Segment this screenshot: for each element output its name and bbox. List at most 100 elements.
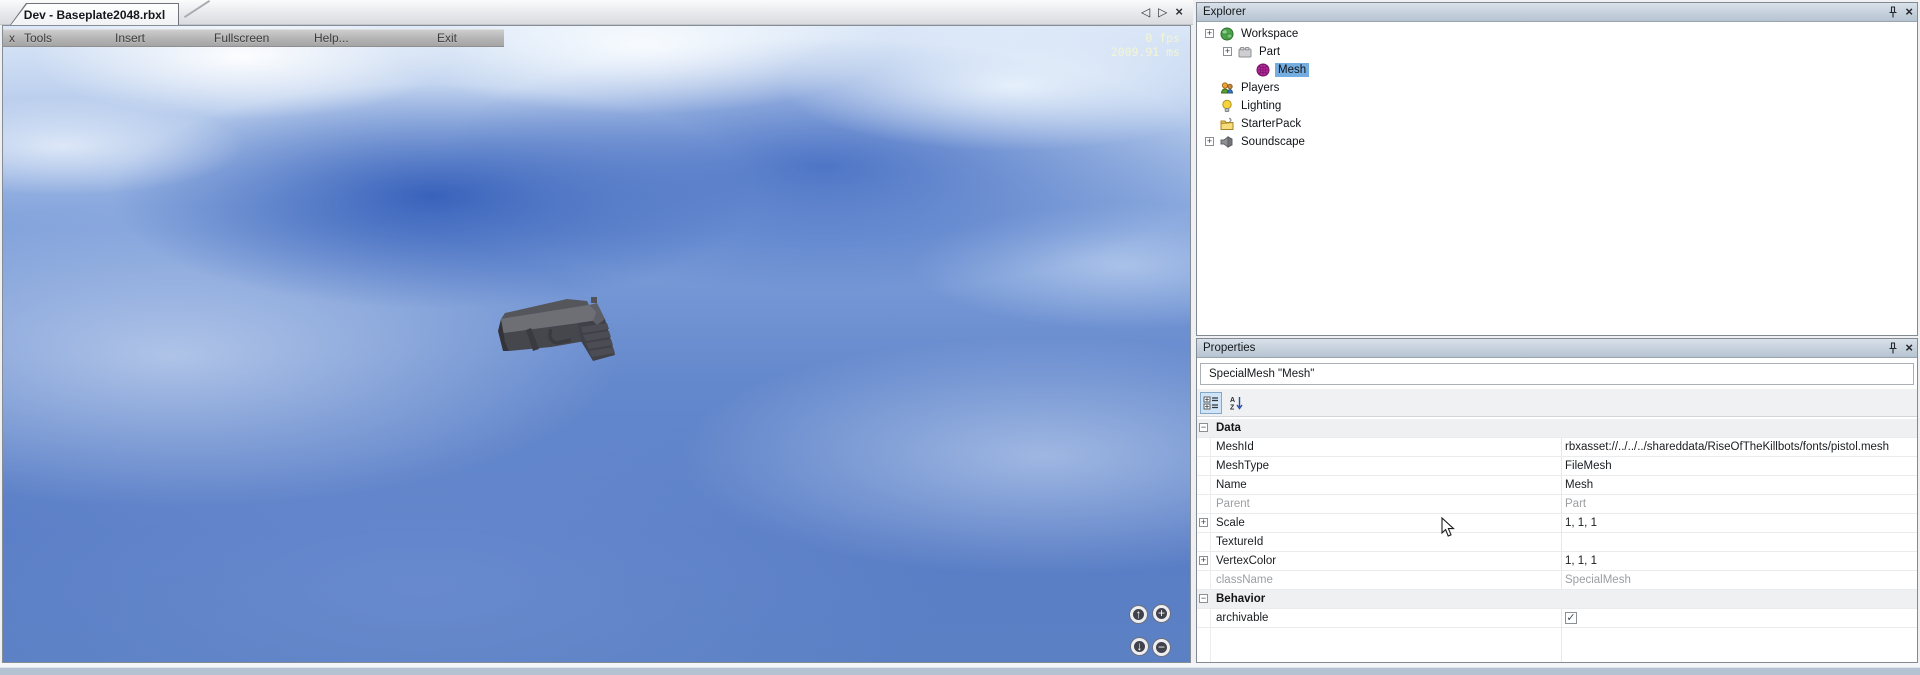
tree-item-label: Players <box>1238 81 1282 95</box>
pin-icon[interactable] <box>1888 342 1898 355</box>
property-name: Parent <box>1216 497 1250 512</box>
speaker-icon <box>1220 135 1234 149</box>
categorized-view-icon <box>1203 395 1219 411</box>
property-name: MeshId <box>1216 440 1254 455</box>
explorer-title: Explorer <box>1203 6 1246 18</box>
category-row-behavior[interactable]: − Behavior <box>1197 590 1917 609</box>
tree-item-starterpack[interactable]: StarterPack <box>1197 115 1917 133</box>
document-tab[interactable]: Dev - Baseplate2048.rbxl <box>10 3 179 25</box>
title-tab-bar: Dev - Baseplate2048.rbxl ◁ ▷ × <box>0 0 1193 25</box>
tree-item-players[interactable]: Players <box>1197 79 1917 97</box>
property-row-scale[interactable]: + Scale 1, 1, 1 <box>1197 514 1917 533</box>
property-name: Name <box>1216 478 1247 493</box>
down-arrow-icon: ↓ <box>1137 639 1143 653</box>
expand-icon[interactable]: + <box>1199 556 1208 565</box>
property-row-archivable[interactable]: archivable ✓ <box>1197 609 1917 628</box>
property-row-classname: className SpecialMesh <box>1197 571 1917 590</box>
tree-item-label: Part <box>1256 45 1283 59</box>
tab-scroll-right-icon[interactable]: ▷ <box>1158 5 1167 19</box>
properties-title: Properties <box>1203 342 1255 354</box>
category-label: Behavior <box>1216 592 1265 607</box>
fps-counter: 0 fps <box>1111 31 1180 45</box>
property-value: SpecialMesh <box>1565 573 1917 588</box>
tree-item-label: StarterPack <box>1238 117 1304 131</box>
players-icon <box>1220 81 1234 95</box>
tree-item-label: Workspace <box>1238 27 1301 41</box>
property-value[interactable]: 1, 1, 1 <box>1565 516 1917 531</box>
expand-icon[interactable]: + <box>1223 47 1232 56</box>
property-value[interactable]: rbxasset://../../../shareddata/RiseOfThe… <box>1565 440 1917 455</box>
property-value[interactable]: Mesh <box>1565 478 1917 493</box>
close-icon[interactable]: × <box>1905 341 1913 355</box>
tree-item-part[interactable]: + Part <box>1197 43 1917 61</box>
up-arrow-icon: ↑ <box>1136 607 1142 621</box>
category-label: Data <box>1216 421 1241 436</box>
properties-toolbar: A Z <box>1197 389 1917 417</box>
tree-item-soundscape[interactable]: + Soundscape <box>1197 133 1917 151</box>
property-row-meshtype[interactable]: MeshType FileMesh <box>1197 457 1917 476</box>
tree-item-workspace[interactable]: + Workspace <box>1197 25 1917 43</box>
properties-panel: Properties × SpecialMesh "Mesh" <box>1196 338 1918 663</box>
zoom-out-button[interactable]: − <box>1153 639 1170 656</box>
svg-text:Z: Z <box>1230 405 1235 412</box>
property-row-textureid[interactable]: TextureId <box>1197 533 1917 552</box>
property-row-name[interactable]: Name Mesh <box>1197 476 1917 495</box>
collapse-icon[interactable]: − <box>1199 423 1208 432</box>
property-value[interactable]: 1, 1, 1 <box>1565 554 1917 569</box>
explorer-panel: Explorer × + Workspace + P <box>1196 2 1918 336</box>
property-name: archivable <box>1216 611 1268 626</box>
svg-text:A: A <box>1230 397 1235 404</box>
checkbox-checked-icon[interactable]: ✓ <box>1565 612 1577 624</box>
property-row-vertexcolor[interactable]: + VertexColor 1, 1, 1 <box>1197 552 1917 571</box>
bottom-status-strip <box>0 667 1920 675</box>
properties-header[interactable]: Properties × <box>1197 339 1917 358</box>
mesh-icon <box>1256 63 1270 77</box>
tilt-up-button[interactable]: ↑ <box>1130 606 1147 623</box>
collapse-icon[interactable]: − <box>1199 594 1208 603</box>
starterpack-icon <box>1220 117 1234 131</box>
close-icon[interactable]: × <box>1905 5 1913 19</box>
properties-grid: − Data MeshId rbxasset://../../../shared… <box>1197 419 1917 662</box>
category-row-data[interactable]: − Data <box>1197 419 1917 438</box>
property-row-parent: Parent Part <box>1197 495 1917 514</box>
categorized-view-button[interactable] <box>1200 392 1222 414</box>
tab-close-icon[interactable]: × <box>1175 4 1183 19</box>
3d-viewport[interactable]: x Tools Insert Fullscreen Help... Exit 0… <box>2 25 1191 663</box>
tab-scroll-left-icon[interactable]: ◁ <box>1141 5 1150 19</box>
menu-item-fullscreen[interactable]: Fullscreen <box>214 31 269 45</box>
tree-item-label-selected: Mesh <box>1275 63 1309 77</box>
property-value: Part <box>1565 497 1917 512</box>
globe-icon <box>1220 27 1234 41</box>
explorer-tree: + Workspace + Part Mesh <box>1197 25 1917 151</box>
property-name: className <box>1216 573 1273 588</box>
tree-item-mesh-selected[interactable]: Mesh <box>1197 61 1917 79</box>
expand-icon[interactable]: + <box>1205 137 1214 146</box>
alphabetical-sort-button[interactable]: A Z <box>1225 392 1247 414</box>
property-name: Scale <box>1216 516 1245 531</box>
frame-time: 2009.91 ms <box>1111 45 1180 59</box>
tree-item-label: Lighting <box>1238 99 1284 113</box>
property-row-meshid[interactable]: MeshId rbxasset://../../../shareddata/Ri… <box>1197 438 1917 457</box>
expand-icon[interactable]: + <box>1205 29 1214 38</box>
plus-icon: + <box>1158 606 1165 620</box>
expand-icon[interactable]: + <box>1199 518 1208 527</box>
explorer-header[interactable]: Explorer × <box>1197 3 1917 22</box>
menu-close-icon[interactable]: x <box>9 31 15 45</box>
menu-item-exit[interactable]: Exit <box>437 31 457 45</box>
menu-item-help[interactable]: Help... <box>314 31 349 45</box>
game-menu-bar: x Tools Insert Fullscreen Help... Exit <box>3 29 504 47</box>
menu-item-insert[interactable]: Insert <box>115 31 145 45</box>
pin-icon[interactable] <box>1888 6 1898 19</box>
selected-object-header: SpecialMesh "Mesh" <box>1200 363 1914 385</box>
mouse-cursor <box>1441 517 1456 539</box>
part-icon <box>1238 45 1252 59</box>
tilt-down-button[interactable]: ↓ <box>1131 638 1148 655</box>
performance-stats: 0 fps 2009.91 ms <box>1111 31 1180 59</box>
pistol-mesh-render <box>493 281 625 367</box>
tree-item-label: Soundscape <box>1238 135 1308 149</box>
property-name: TextureId <box>1216 535 1263 550</box>
property-value[interactable]: FileMesh <box>1565 459 1917 474</box>
menu-item-tools[interactable]: Tools <box>24 31 52 45</box>
zoom-in-button[interactable]: + <box>1153 605 1170 622</box>
tree-item-lighting[interactable]: Lighting <box>1197 97 1917 115</box>
